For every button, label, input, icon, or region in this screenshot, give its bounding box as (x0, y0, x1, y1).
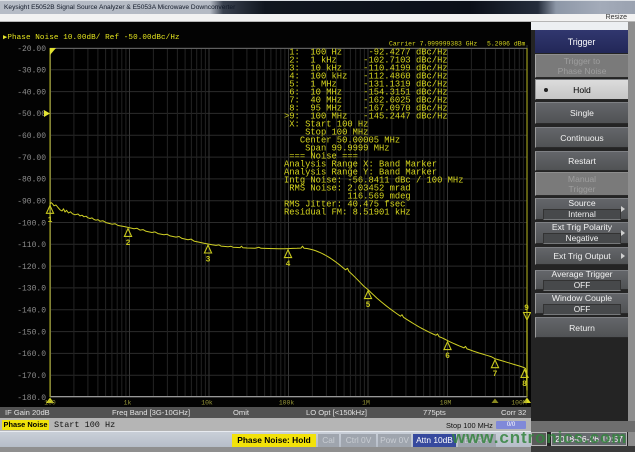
svg-text:Carrier 7.999999383 GHz: Carrier 7.999999383 GHz (389, 41, 477, 48)
svg-text:4: 4 (286, 260, 291, 269)
svg-text:-90.00: -90.00 (17, 198, 46, 207)
svg-text:3: 3 (206, 256, 211, 265)
svg-text:-150.0: -150.0 (17, 328, 46, 337)
svg-text:5.2006 dBm: 5.2006 dBm (487, 41, 526, 48)
svg-text:-100.0: -100.0 (17, 219, 46, 228)
svg-text:-140.0: -140.0 (17, 307, 46, 316)
svg-text:-130.0: -130.0 (17, 285, 46, 294)
svg-text:-60.00: -60.00 (17, 132, 46, 141)
svg-text:10M: 10M (440, 400, 452, 407)
svg-text:9: 9 (524, 304, 529, 313)
svg-text:-160.0: -160.0 (17, 350, 46, 359)
svg-text:100k: 100k (279, 400, 295, 407)
svg-text:-30.00: -30.00 (17, 67, 46, 76)
svg-text:1M: 1M (362, 400, 370, 407)
svg-text:1: 1 (48, 216, 53, 225)
svg-text:100: 100 (44, 400, 56, 407)
svg-text:-50.00: -50.00 (17, 110, 46, 119)
svg-text:10k: 10k (201, 400, 213, 407)
svg-text:8: 8 (522, 380, 527, 389)
svg-text:Residual FM: 8.51901 kHz: Residual FM: 8.51901 kHz (284, 208, 411, 218)
svg-text:1k: 1k (124, 400, 132, 407)
svg-text:-120.0: -120.0 (17, 263, 46, 272)
svg-text:-40.00: -40.00 (17, 88, 46, 97)
svg-text:-80.00: -80.00 (17, 176, 46, 185)
svg-text:100M: 100M (511, 400, 527, 407)
svg-text:-110.0: -110.0 (17, 241, 46, 250)
svg-text:-170.0: -170.0 (17, 372, 46, 381)
svg-text:7: 7 (493, 370, 498, 379)
svg-text:-180.0: -180.0 (17, 394, 46, 403)
svg-text:6: 6 (445, 352, 450, 361)
svg-text:-20.00: -20.00 (17, 45, 46, 54)
svg-text:-70.00: -70.00 (17, 154, 46, 163)
svg-text:2: 2 (126, 239, 131, 248)
svg-text:5: 5 (366, 301, 371, 310)
